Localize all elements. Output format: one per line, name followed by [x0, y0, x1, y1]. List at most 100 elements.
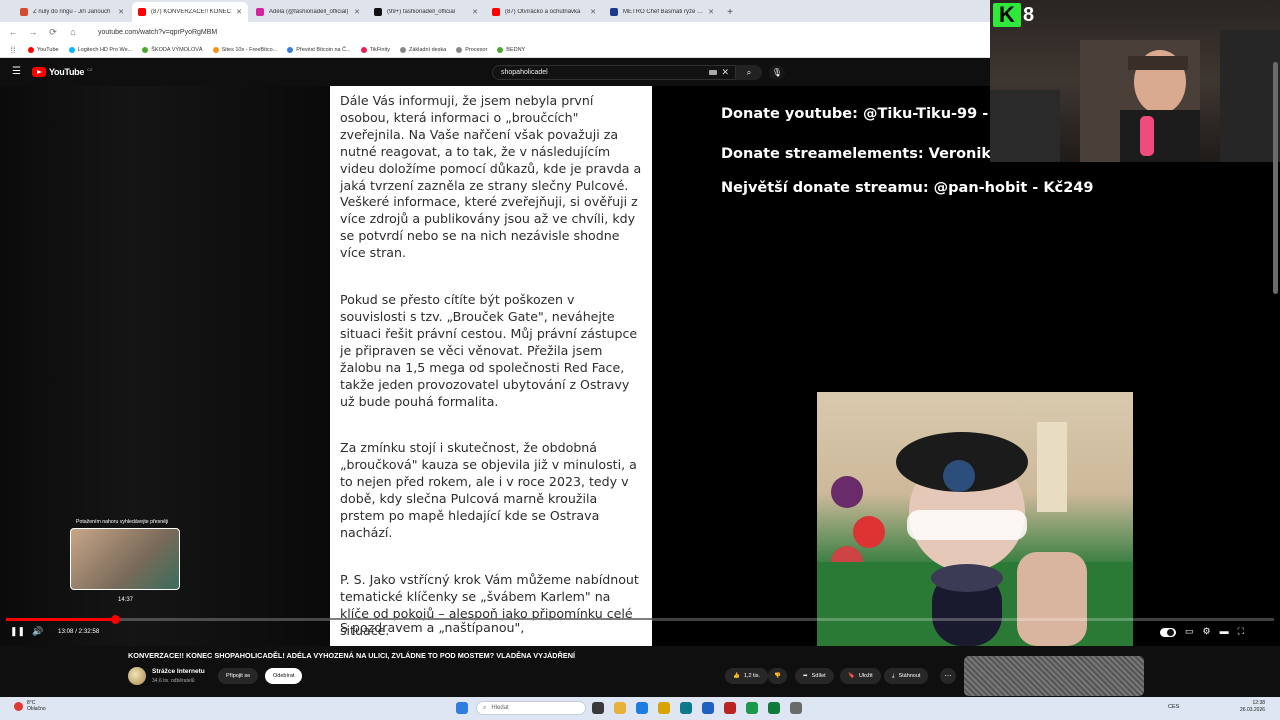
search-input[interactable]: shopaholicadel ✕	[492, 65, 736, 80]
bookmark-item[interactable]: Převést Bitcoin na Č...	[287, 46, 351, 53]
bookmark-item[interactable]: YouTube	[28, 46, 59, 53]
bookmark-label: BEDNY	[506, 46, 526, 53]
security-icon[interactable]	[702, 702, 714, 714]
back-icon[interactable]: ←	[8, 27, 18, 37]
spotify-icon[interactable]	[768, 702, 780, 714]
keyboard-icon[interactable]	[709, 70, 717, 75]
bookmark-item[interactable]: TikFinity	[360, 46, 390, 53]
reload-icon[interactable]: ⟳	[48, 27, 58, 38]
bookmark-label: Převést Bitcoin na Č...	[296, 46, 351, 53]
bookmark-item[interactable]: Sites 10s - FreeBitco...	[212, 46, 277, 53]
page-scrollbar[interactable]	[1273, 62, 1278, 294]
bookmark-favicon-icon	[399, 46, 406, 53]
record-icon[interactable]	[724, 702, 736, 714]
bookmark-favicon-icon	[142, 46, 149, 53]
bookmark-item[interactable]: Základní deska	[399, 46, 446, 53]
share-button[interactable]: ➦ Sdílet	[795, 668, 834, 684]
document-signature: S pozdravem a „naštípanou",	[340, 620, 525, 635]
settings-icon[interactable]: ⚙	[1203, 626, 1211, 637]
theater-mode-icon[interactable]: ▬	[1220, 626, 1229, 637]
home-icon[interactable]: ⌂	[68, 27, 78, 37]
save-button[interactable]: 🔖 Uložit	[840, 668, 881, 684]
close-tab-icon[interactable]: ✕	[472, 8, 478, 16]
tab-favicon-icon	[138, 8, 146, 16]
edge-icon[interactable]	[680, 702, 692, 714]
kick-viewer-badge: K 8	[993, 2, 1034, 27]
browser-tab[interactable]: METRO Chef Basmati rýže 1 kg ✕	[604, 2, 720, 22]
close-tab-icon[interactable]: ✕	[708, 8, 714, 16]
dislike-button[interactable]: 👎	[768, 668, 787, 684]
search-value: shopaholicadel	[501, 69, 548, 76]
browser-tab[interactable]: Z nuly do ringu - Jiří Janouch ✕	[14, 2, 130, 22]
seek-hint-text: Potažením nahoru vyhledávejte přesněji	[76, 519, 169, 525]
progress-scrubber[interactable]	[110, 615, 120, 624]
share-icon: ➦	[803, 673, 808, 679]
taskbar-search[interactable]: ⌕ Hledat	[476, 701, 586, 715]
video-title: KONVERZACE!! KONEC SHOPAHOLICADĚL! ADÉLA…	[128, 651, 576, 660]
task-view-icon[interactable]	[592, 702, 604, 714]
search-button[interactable]: ⌕	[736, 65, 762, 80]
folder-icon[interactable]	[658, 702, 670, 714]
clear-search-icon[interactable]: ✕	[721, 67, 729, 78]
bookmark-item[interactable]: ŠKODA VÝMOLOVÁ	[142, 46, 203, 53]
calculator-icon[interactable]	[790, 702, 802, 714]
bookmarks-bar: ⁞⁞ YouTube Logitech HD Pro We... ŠKODA VÝM…	[0, 42, 990, 58]
browser-tab[interactable]: (87) Otvírácko a ochutnávka ✕	[486, 2, 602, 22]
language-indicator[interactable]: CES	[1168, 704, 1179, 710]
new-tab-button[interactable]: +	[722, 2, 738, 22]
like-icon: 👍	[733, 673, 740, 679]
youtube-logo[interactable]: YouTube CZ	[32, 67, 92, 77]
download-label: Stáhnout	[898, 673, 921, 679]
donate-streamelements-text: Donate streamelements: Veronika Piki	[721, 146, 991, 162]
chrome-icon[interactable]	[614, 702, 626, 714]
subtitles-icon[interactable]: ▭	[1185, 626, 1194, 637]
windows-start-icon[interactable]	[456, 702, 468, 714]
search-icon: ⌕	[483, 704, 487, 711]
search-icon: ⌕	[746, 67, 752, 77]
forward-icon[interactable]: →	[28, 27, 38, 37]
more-actions-icon[interactable]: ⋯	[940, 668, 956, 684]
url-field[interactable]: youtube.com/watch?v=qprPyoRgMBM	[98, 29, 217, 36]
microphone-icon: 🎙	[771, 68, 783, 77]
fullscreen-icon[interactable]: ⛶	[1238, 626, 1244, 637]
close-tab-icon[interactable]: ✕	[118, 8, 124, 16]
browser-tab[interactable]: (87) KONVERZACE!! KONEC ✕	[132, 2, 248, 22]
bookmark-item[interactable]: Logitech HD Pro We...	[68, 46, 133, 53]
bookmark-item[interactable]: Procesor	[456, 46, 487, 53]
join-button[interactable]: Připojit se	[218, 668, 259, 684]
subscribe-button[interactable]: Odebírat	[265, 668, 303, 684]
bookmark-item[interactable]: BEDNY	[497, 46, 526, 53]
channel-avatar[interactable]	[128, 667, 146, 685]
tab-favicon-icon	[256, 8, 264, 16]
volume-icon[interactable]: 🔊	[32, 626, 43, 637]
address-bar: ← → ⟳ ⌂ youtube.com/watch?v=qprPyoRgMBM	[0, 22, 990, 42]
download-button[interactable]: ⤓ Stáhnout	[884, 668, 929, 684]
browser-tab[interactable]: (99+) fashionadell_official ✕	[368, 2, 484, 22]
tab-title: (87) KONVERZACE!! KONEC	[151, 9, 232, 15]
browser-tab[interactable]: Adéla (@fashionadell_official) ✕	[250, 2, 366, 22]
progress-bar[interactable]	[6, 615, 1274, 624]
voice-search-button[interactable]: 🎙	[769, 65, 785, 80]
whatsapp-icon[interactable]	[746, 702, 758, 714]
pause-icon[interactable]: ❚❚	[10, 626, 25, 637]
close-tab-icon[interactable]: ✕	[236, 8, 242, 16]
autoplay-toggle[interactable]	[1160, 628, 1176, 637]
file-explorer-icon[interactable]	[636, 702, 648, 714]
channel-subscribers: 34,6 tis. odběratelů	[152, 678, 195, 684]
menu-icon[interactable]: ☰	[12, 67, 22, 77]
donate-youtube-text: Donate youtube: @Tiku-Tiku-99 - Kč4	[721, 106, 1024, 122]
current-time: 13:08	[58, 628, 74, 635]
close-tab-icon[interactable]: ✕	[354, 8, 360, 16]
download-icon: ⤓	[892, 672, 895, 679]
like-button[interactable]: 👍 1,2 tis.	[725, 668, 769, 684]
bookmark-label: ŠKODA VÝMOLOVÁ	[151, 46, 203, 53]
channel-name[interactable]: Strážce Internetu	[152, 668, 205, 675]
taskbar-clock[interactable]: 12:38 26.03.2026	[1240, 700, 1265, 714]
recommended-video-thumbnail[interactable]	[964, 656, 1144, 696]
weather-widget[interactable]: 8°C Oblačno	[14, 700, 46, 712]
bookmark-label: Logitech HD Pro We...	[77, 46, 133, 53]
webcam-figure-2	[817, 422, 1133, 646]
close-tab-icon[interactable]: ✕	[590, 8, 596, 16]
apps-icon[interactable]: ⁞⁞	[8, 45, 18, 55]
tab-title: (87) Otvírácko a ochutnávka	[505, 9, 581, 15]
